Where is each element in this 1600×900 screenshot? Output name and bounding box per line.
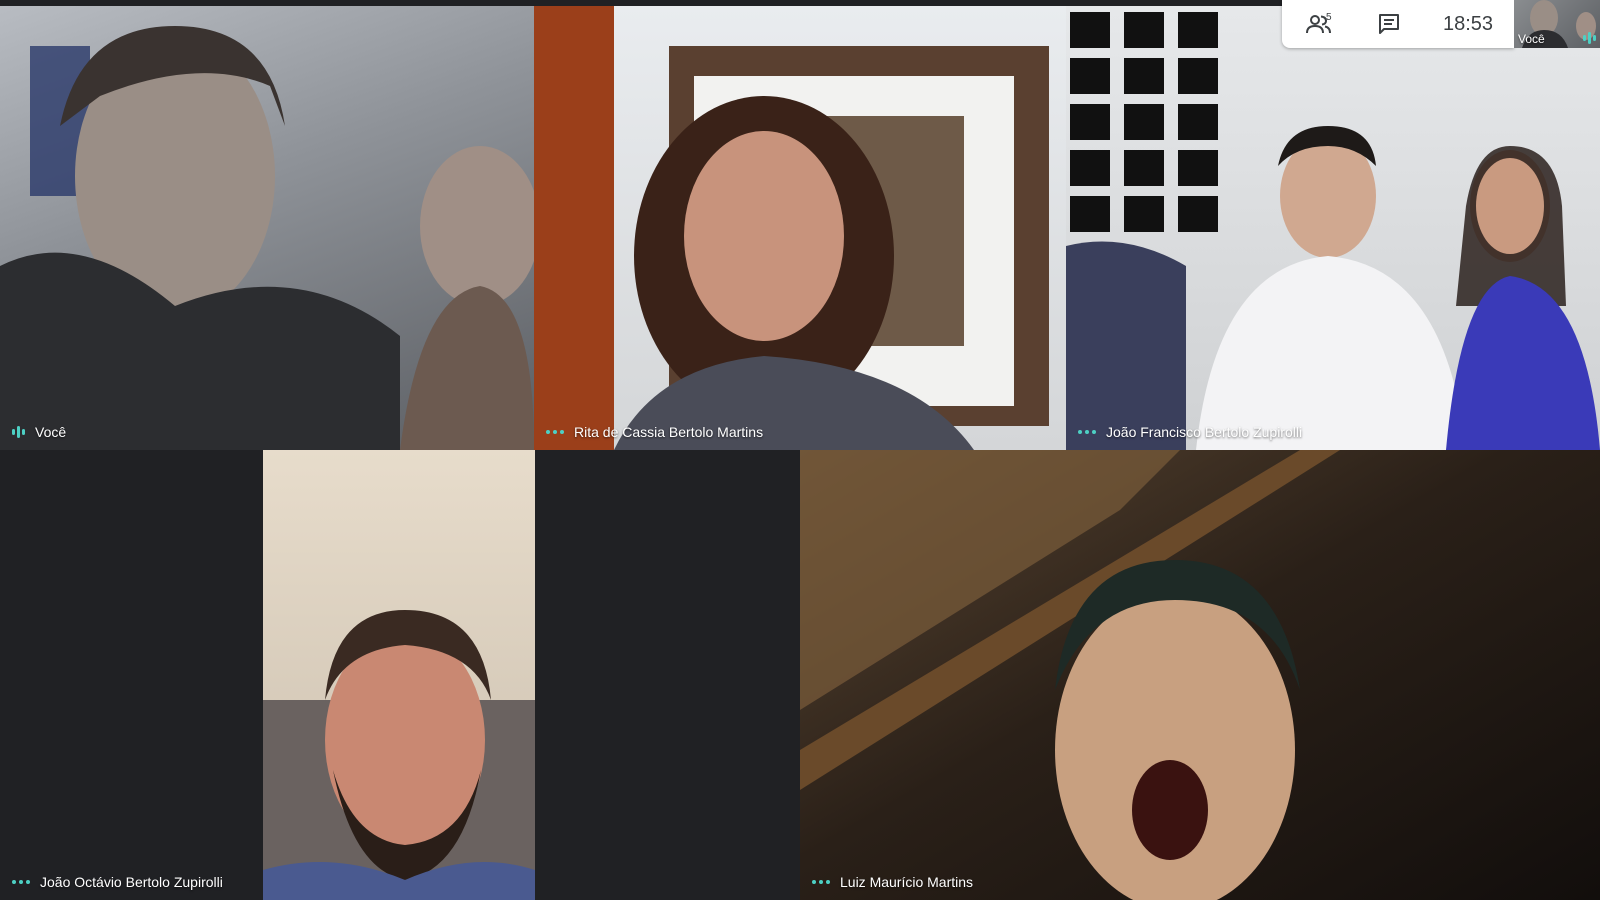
- participant-name-label: João Francisco Bertolo Zupirolli: [1078, 424, 1302, 440]
- participant-silhouette: [534, 6, 1049, 450]
- participant-silhouette: [263, 610, 535, 900]
- self-preview-name: Você: [1518, 32, 1545, 46]
- video-tile-joao-octavio[interactable]: João Octávio Bertolo Zupirolli: [0, 450, 800, 900]
- video-tile-self[interactable]: Você: [0, 6, 534, 450]
- participant-name: João Octávio Bertolo Zupirolli: [40, 874, 223, 890]
- video-feed: [263, 450, 535, 900]
- meeting-clock: 18:53: [1442, 12, 1494, 35]
- more-dots-icon[interactable]: [1078, 430, 1096, 434]
- video-tile-joao-francisco[interactable]: João Francisco Bertolo Zupirolli: [1066, 6, 1600, 450]
- video-feed: [1066, 6, 1600, 450]
- participant-silhouette: [1066, 12, 1600, 450]
- video-feed: [800, 450, 1600, 900]
- meeting-info-panel: 5 18:53: [1282, 0, 1514, 48]
- self-preview-thumbnail[interactable]: Você: [1514, 0, 1600, 48]
- more-dots-icon[interactable]: [546, 430, 564, 434]
- participant-count: 5: [1326, 12, 1332, 23]
- participant-name: Você: [35, 424, 67, 440]
- audio-bars-icon: [12, 426, 25, 438]
- participants-button[interactable]: 5: [1282, 0, 1356, 48]
- participant-name-label: João Octávio Bertolo Zupirolli: [12, 874, 223, 890]
- audio-bars-icon: [1583, 32, 1596, 44]
- video-feed: [0, 6, 534, 450]
- participant-name-label: Luiz Maurício Martins: [812, 874, 973, 890]
- participant-silhouette: [800, 450, 1340, 900]
- participant-silhouette: [0, 26, 534, 450]
- chat-button[interactable]: [1356, 0, 1422, 48]
- participant-name-label: Rita de Cassia Bertolo Martins: [546, 424, 763, 440]
- participant-name: Luiz Maurício Martins: [840, 874, 974, 890]
- participant-name: João Francisco Bertolo Zupirolli: [1106, 424, 1303, 440]
- participant-name: Rita de Cassia Bertolo Martins: [574, 424, 764, 440]
- self-preview-label: Você: [1518, 32, 1545, 46]
- more-dots-icon[interactable]: [12, 880, 30, 884]
- participant-name-label: Você: [12, 424, 66, 440]
- video-tile-luiz[interactable]: Luiz Maurício Martins: [800, 450, 1600, 900]
- video-tile-rita[interactable]: Rita de Cassia Bertolo Martins: [534, 6, 1066, 450]
- more-dots-icon[interactable]: [812, 880, 830, 884]
- video-feed: [534, 6, 1066, 450]
- chat-icon: [1379, 14, 1399, 34]
